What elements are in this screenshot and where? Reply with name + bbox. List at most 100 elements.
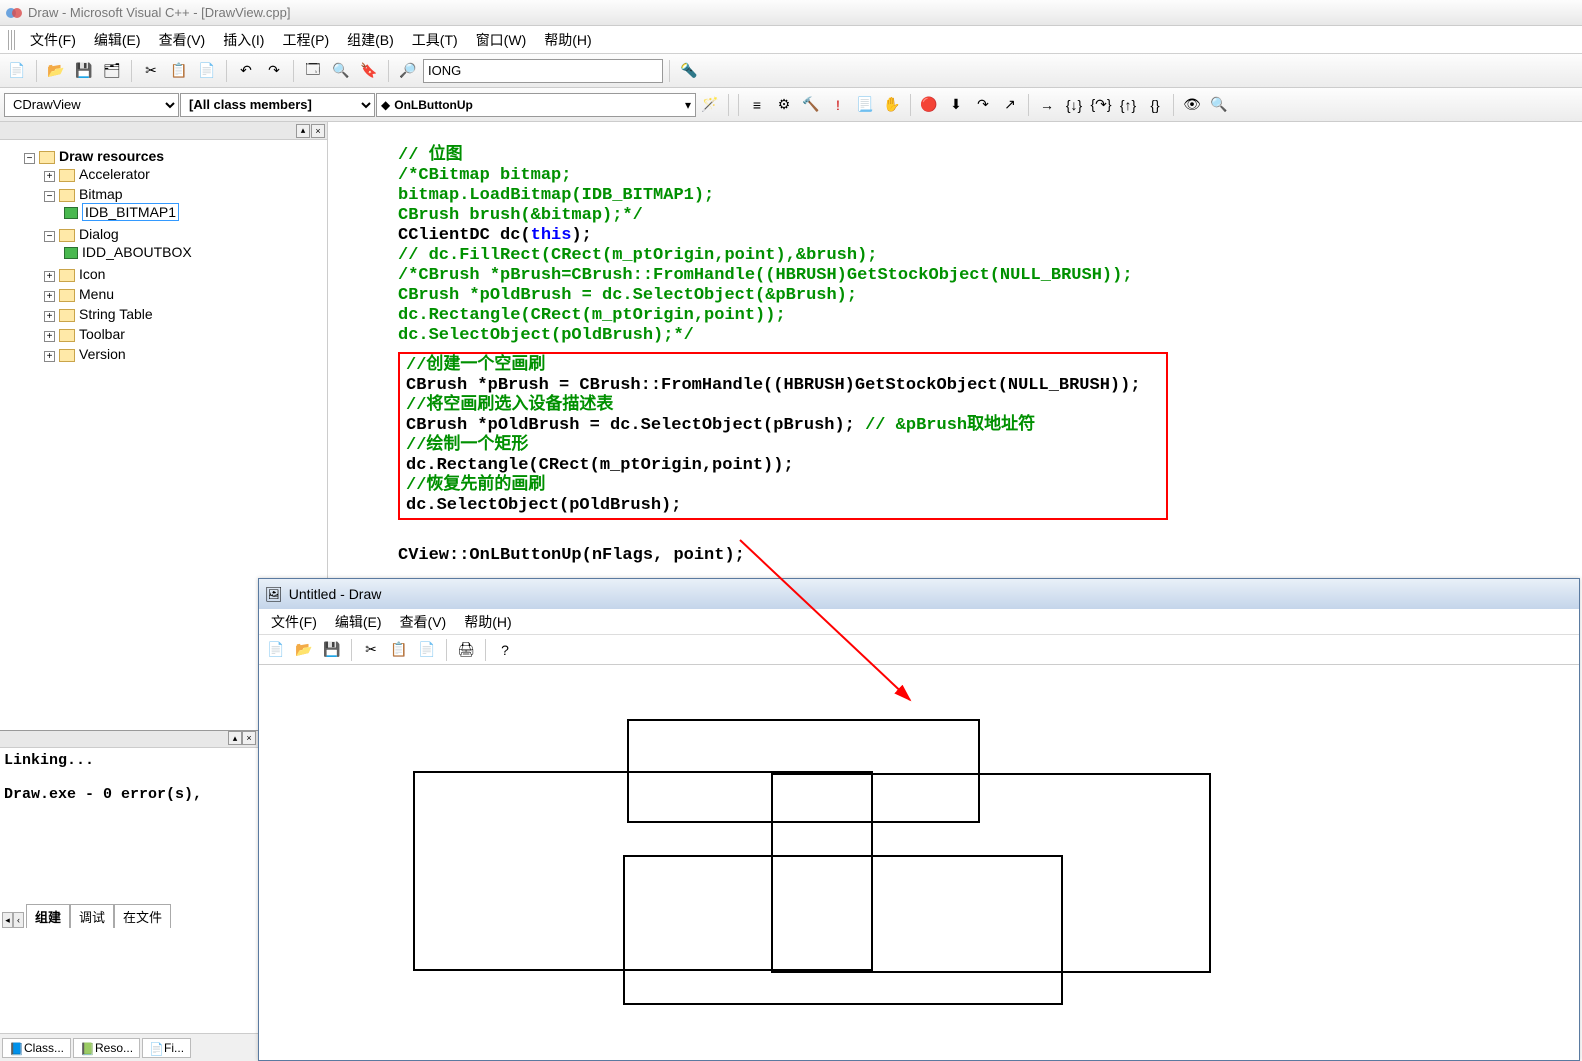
child-app-icon: 🖼: [265, 586, 283, 603]
window-title: Draw - Microsoft Visual C++ - [DrawView.…: [28, 5, 291, 20]
tab-classview[interactable]: 📘Class...: [2, 1038, 71, 1058]
copy-icon[interactable]: 📋: [166, 58, 192, 84]
child-menu-help[interactable]: 帮助(H): [456, 610, 519, 634]
output-pin-icon[interactable]: ▴: [228, 731, 242, 745]
tree-idd-aboutbox[interactable]: IDD_ABOUTBOX: [82, 244, 192, 260]
tree-menu[interactable]: Menu: [79, 286, 114, 302]
output-nav-first-icon[interactable]: ◂: [2, 912, 13, 928]
paste-icon[interactable]: 📄: [194, 58, 220, 84]
save-all-icon[interactable]: 🗂: [99, 58, 125, 84]
menu-file[interactable]: 文件(F): [22, 27, 84, 53]
child-canvas[interactable]: [259, 665, 1579, 1060]
step-out-icon[interactable]: ↗: [997, 92, 1023, 118]
tab-resourceview[interactable]: 📗Reso...: [73, 1038, 140, 1058]
output-tab-debug[interactable]: 调试: [70, 904, 114, 928]
tree-root[interactable]: Draw resources: [59, 148, 164, 164]
output-close-icon[interactable]: ×: [242, 731, 256, 745]
main-toolbar: 📄 📂 💾 🗂 ✂ 📋 📄 ↶ ↷ 🗔 🔍 🔖 🔎 🔦: [0, 54, 1582, 88]
brace-step-icon[interactable]: {↓}: [1061, 92, 1087, 118]
tree-accelerator[interactable]: Accelerator: [79, 166, 150, 182]
panel-pin-icon[interactable]: ▴: [296, 124, 310, 138]
child-cut-icon[interactable]: ✂: [358, 637, 384, 663]
cut-icon[interactable]: ✂: [138, 58, 164, 84]
stop-build-icon[interactable]: !: [825, 92, 851, 118]
execute-icon[interactable]: 📃: [852, 92, 878, 118]
find-icon[interactable]: 🔎: [395, 58, 421, 84]
save-icon[interactable]: 💾: [71, 58, 97, 84]
class-combo[interactable]: CDrawView: [4, 93, 179, 117]
child-new-icon[interactable]: 📄: [263, 637, 289, 663]
function-combo[interactable]: ◆ OnLButtonUp ▾: [376, 93, 696, 117]
workspace-icon[interactable]: 🗔: [300, 58, 326, 84]
tree-dialog[interactable]: Dialog: [79, 226, 119, 242]
breakpoint-icon[interactable]: 🔴: [916, 92, 942, 118]
brace-over-icon[interactable]: {↷}: [1088, 92, 1114, 118]
wizard-icon[interactable]: 🪄: [697, 92, 723, 118]
search-go-icon[interactable]: 🔦: [676, 58, 702, 84]
step-icon[interactable]: ⬇: [943, 92, 969, 118]
expand-icon[interactable]: +: [44, 311, 55, 322]
menu-help[interactable]: 帮助(H): [536, 27, 599, 53]
members-combo[interactable]: [All class members]: [180, 93, 375, 117]
compile-icon[interactable]: ⚙: [771, 92, 797, 118]
step-over-icon[interactable]: ↷: [970, 92, 996, 118]
run-to-icon[interactable]: →: [1034, 92, 1060, 118]
expand-icon[interactable]: −: [44, 231, 55, 242]
build-icon[interactable]: 🔨: [798, 92, 824, 118]
tree-bitmap[interactable]: Bitmap: [79, 186, 123, 202]
menu-tools[interactable]: 工具(T): [404, 27, 466, 53]
child-copy-icon[interactable]: 📋: [386, 637, 412, 663]
menubar-grip[interactable]: [8, 30, 16, 50]
child-menu-edit[interactable]: 编辑(E): [327, 610, 390, 634]
tree-string-table[interactable]: String Table: [79, 306, 153, 322]
child-menu-file[interactable]: 文件(F): [263, 610, 325, 634]
go-icon[interactable]: ✋: [879, 92, 905, 118]
bookmark-icon[interactable]: 🔖: [356, 58, 382, 84]
menu-edit[interactable]: 编辑(E): [86, 27, 149, 53]
brace-run-icon[interactable]: {}: [1142, 92, 1168, 118]
child-print-icon[interactable]: 🖨: [453, 637, 479, 663]
open-icon[interactable]: 📂: [43, 58, 69, 84]
window-titlebar: Draw - Microsoft Visual C++ - [DrawView.…: [0, 0, 1582, 26]
find-input[interactable]: [423, 59, 663, 83]
tree-version[interactable]: Version: [79, 346, 126, 362]
watch-icon[interactable]: 👁: [1179, 92, 1205, 118]
tree-icon[interactable]: Icon: [79, 266, 105, 282]
app-icon: [6, 5, 22, 21]
menu-project[interactable]: 工程(P): [274, 27, 337, 53]
child-paste-icon[interactable]: 📄: [414, 637, 440, 663]
child-open-icon[interactable]: 📂: [291, 637, 317, 663]
layers-icon[interactable]: ≡: [744, 92, 770, 118]
expand-icon[interactable]: −: [44, 191, 55, 202]
expand-icon[interactable]: +: [44, 331, 55, 342]
expand-icon[interactable]: +: [44, 291, 55, 302]
menu-build[interactable]: 组建(B): [339, 27, 402, 53]
output-nav-prev-icon[interactable]: ‹: [13, 912, 24, 928]
redo-icon[interactable]: ↷: [261, 58, 287, 84]
child-title-text: Untitled - Draw: [289, 586, 382, 602]
output-tab-find[interactable]: 在文件: [114, 904, 171, 928]
quickwatch-icon[interactable]: 🔍: [1206, 92, 1232, 118]
output-tab-build[interactable]: 组建: [26, 904, 70, 928]
child-save-icon[interactable]: 💾: [319, 637, 345, 663]
undo-icon[interactable]: ↶: [233, 58, 259, 84]
child-about-icon[interactable]: ?: [492, 637, 518, 663]
menu-view[interactable]: 查看(V): [151, 27, 214, 53]
expand-icon[interactable]: +: [44, 351, 55, 362]
tab-fileview[interactable]: 📄Fi...: [142, 1038, 191, 1058]
child-menu-view[interactable]: 查看(V): [392, 610, 455, 634]
tree-idb-bitmap1[interactable]: IDB_BITMAP1: [82, 203, 179, 221]
find-files-icon[interactable]: 🔍: [328, 58, 354, 84]
panel-close-icon[interactable]: ×: [311, 124, 325, 138]
menu-insert[interactable]: 插入(I): [215, 27, 272, 53]
expand-icon[interactable]: +: [44, 171, 55, 182]
menu-window[interactable]: 窗口(W): [468, 27, 535, 53]
new-file-icon[interactable]: 📄: [4, 58, 30, 84]
expand-icon[interactable]: +: [44, 271, 55, 282]
panel-header: ▴ ×: [0, 122, 327, 140]
brace-out-icon[interactable]: {↑}: [1115, 92, 1141, 118]
child-titlebar[interactable]: 🖼 Untitled - Draw: [259, 579, 1579, 609]
child-app-window[interactable]: 🖼 Untitled - Draw 文件(F) 编辑(E) 查看(V) 帮助(H…: [258, 578, 1580, 1061]
tree-toolbar[interactable]: Toolbar: [79, 326, 125, 342]
expand-icon[interactable]: −: [24, 153, 35, 164]
